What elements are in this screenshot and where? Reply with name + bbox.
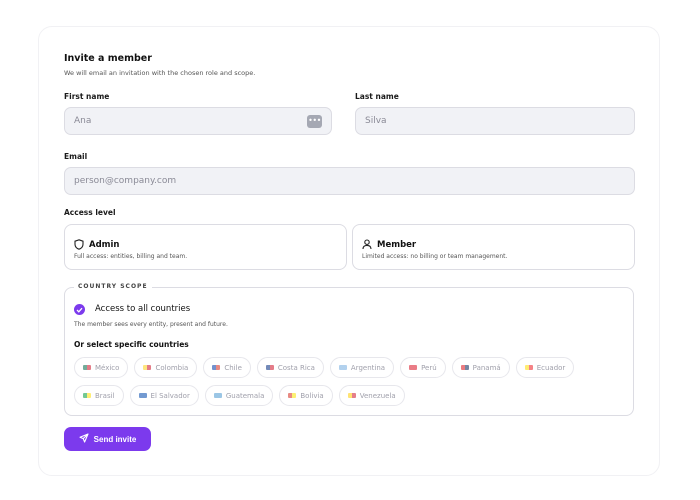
flag-icon [347,393,356,398]
last-name-label: Last name [355,92,399,101]
first-name-value: Ana [74,116,92,126]
access-option-name: Admin [89,239,120,250]
country-chip-label: Guatemala [225,391,265,400]
country-chip-label: Colombia [155,363,189,372]
country-scope-legend: COUNTRY SCOPE [74,283,152,290]
access-option-member[interactable]: Member Limited access: no billing or tea… [352,224,635,270]
country-chip[interactable]: Guatemala [204,385,274,406]
access-option-name: Member [377,239,417,250]
country-chip-label: Brasil [95,391,115,400]
country-chip[interactable]: Bolivia [279,385,333,406]
last-name-value: Silva [365,116,387,126]
flag-icon [338,365,347,370]
first-name-label: First name [64,92,110,101]
email-field[interactable]: person@company.com [64,167,635,195]
country-chips-row: México Colombia Chile Costa Rica Argentina Pe… [74,357,626,378]
country-chip-label: Bolivia [300,391,324,400]
shield-icon [74,235,84,254]
country-chip-label: Costa Rica [277,363,315,372]
country-chips-row: Brasil El Salvador Guatemala Bolivia Venezue… [74,385,626,406]
country-chip[interactable]: Venezuela [338,385,405,406]
flag-icon [288,393,297,398]
country-chip-label: El Salvador [150,391,190,400]
invite-card: Invite a member We will email an invitat… [38,26,660,476]
flag-icon [265,365,274,370]
country-chip[interactable]: Perú [400,357,446,378]
flag-icon [83,365,91,370]
email-label: Email [64,152,88,161]
country-chip[interactable]: Ecuador [515,357,575,378]
flag-icon [409,365,418,370]
access-option-admin[interactable]: Admin Full access: entities, billing and… [64,224,347,270]
send-icon [79,433,89,445]
all-countries-checkbox[interactable] [74,304,85,315]
country-chip[interactable]: Colombia [134,357,198,378]
country-chip-label: México [95,363,120,372]
country-chip-label: Panamá [472,363,501,372]
country-chip-label: Perú [421,363,437,372]
first-name-field[interactable]: Ana ••• [64,107,332,135]
send-invite-label: Send invite [93,434,137,444]
country-chip[interactable]: Panamá [451,357,510,378]
country-chip[interactable]: Chile [203,357,251,378]
flag-icon [83,393,91,398]
country-chip-label: Ecuador [536,363,566,372]
access-option-description: Limited access: no billing or team manag… [362,253,508,260]
country-chip-label: Venezuela [359,391,396,400]
check-icon [76,307,83,313]
last-name-field[interactable]: Silva [355,107,635,135]
specific-countries-label: Or select specific countries [74,340,189,349]
country-chip-label: Chile [224,363,242,372]
user-icon [362,235,372,254]
country-chip[interactable]: Costa Rica [256,357,324,378]
send-invite-button[interactable]: Send invite [64,427,151,451]
country-chip[interactable]: Brasil [74,385,124,406]
all-countries-description: The member sees every entity, present an… [74,321,228,328]
form-subtitle: We will email an invitation with the cho… [64,69,256,77]
autofill-icon[interactable]: ••• [307,114,322,128]
country-scope-group: COUNTRY SCOPE Access to all countries Th… [64,283,634,416]
flag-icon [143,365,152,370]
flag-icon [213,393,222,398]
flag-icon [460,365,469,370]
country-chip[interactable]: México [74,357,129,378]
all-countries-label[interactable]: Access to all countries [95,304,190,314]
country-chip-label: Argentina [350,363,386,372]
access-level-label: Access level [64,208,116,217]
flag-icon [212,365,221,370]
form-title: Invite a member [64,53,152,64]
email-placeholder: person@company.com [74,176,177,186]
country-chip[interactable]: El Salvador [129,385,199,406]
country-chip[interactable]: Argentina [329,357,395,378]
flag-icon [138,393,147,398]
flag-icon [524,365,533,370]
access-option-description: Full access: entities, billing and team. [74,253,188,260]
